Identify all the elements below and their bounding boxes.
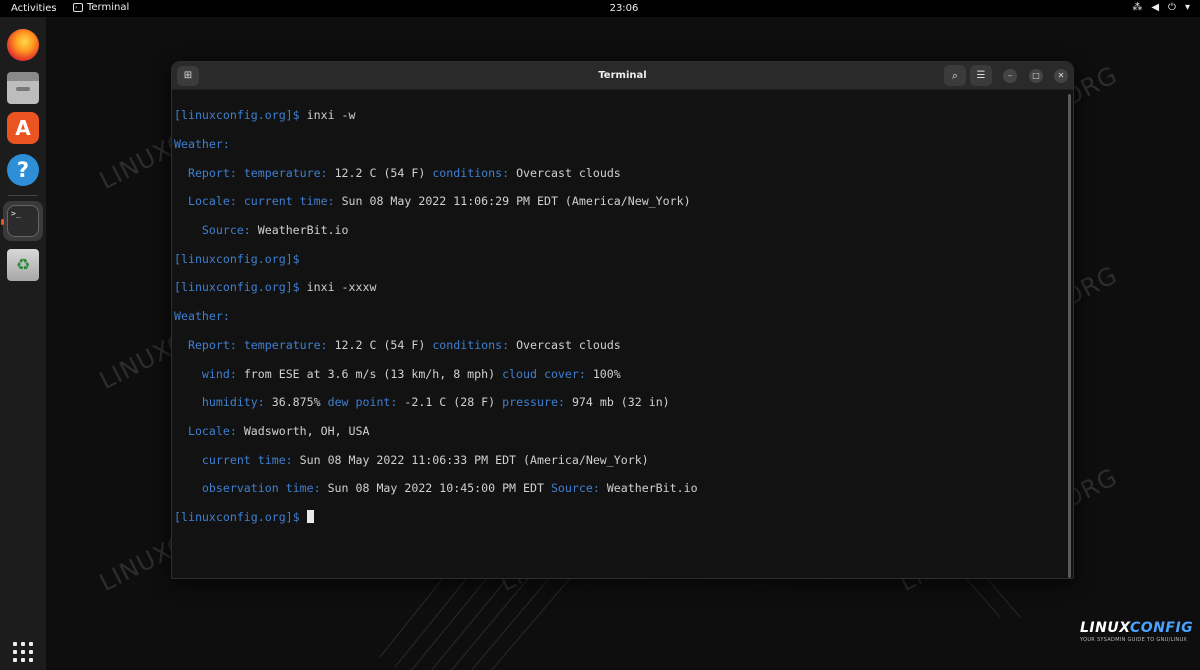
terminal-line: current time: Sun 08 May 2022 11:06:33 P… bbox=[201, 452, 649, 467]
window-titlebar[interactable]: ⊞ Terminal ⌕ ☰ – □ ✕ bbox=[172, 62, 1073, 90]
hamburger-icon: ☰ bbox=[976, 70, 986, 81]
chevron-down-icon: ▾ bbox=[1184, 2, 1190, 13]
app-center-icon[interactable]: A bbox=[7, 112, 39, 144]
terminal-line: Locale: current time: Sun 08 May 2022 11… bbox=[187, 194, 691, 209]
terminal-line: Weather: bbox=[174, 137, 230, 152]
terminal-line: [linuxconfig.org]$ bbox=[174, 509, 1064, 524]
trash-icon[interactable]: ♻ bbox=[7, 249, 39, 281]
terminal-line: [linuxconfig.org]$ bbox=[174, 251, 300, 266]
terminal-line: Source: WeatherBit.io bbox=[201, 223, 349, 238]
dock-separator bbox=[8, 195, 38, 196]
top-bar: Activities › Terminal 23:06 ⁂ ◀ ⏻ ▾ bbox=[0, 0, 1200, 17]
firefox-icon[interactable] bbox=[7, 29, 39, 61]
scrollbar[interactable] bbox=[1068, 94, 1071, 578]
menu-button[interactable]: ☰ bbox=[970, 65, 992, 86]
terminal-mini-icon: › bbox=[73, 3, 83, 12]
app-menu[interactable]: › Terminal bbox=[73, 2, 129, 13]
terminal-icon[interactable]: >_ bbox=[7, 205, 39, 237]
terminal-line: Locale: Wadsworth, OH, USA bbox=[187, 423, 370, 438]
minimize-icon: – bbox=[1008, 71, 1012, 80]
show-apps-icon[interactable] bbox=[13, 642, 33, 662]
terminal-line: humidity: 36.875% dew point: -2.1 C (28 … bbox=[201, 395, 670, 410]
dock: A ? >_ ♻ bbox=[0, 17, 46, 670]
help-icon[interactable]: ? bbox=[7, 154, 39, 186]
terminal-window[interactable]: ⊞ Terminal ⌕ ☰ – □ ✕ [linuxconfig.org]$ … bbox=[171, 61, 1074, 579]
close-icon: ✕ bbox=[1057, 71, 1065, 80]
maximize-icon: □ bbox=[1032, 71, 1040, 80]
terminal-line: Report: temperature: 12.2 C (54 F) condi… bbox=[187, 165, 621, 180]
terminal-line: observation time: Sun 08 May 2022 10:45:… bbox=[201, 481, 698, 496]
terminal-line: [linuxconfig.org]$ inxi -w bbox=[174, 108, 356, 123]
minimize-button[interactable]: – bbox=[1003, 69, 1017, 83]
terminal-line: wind: from ESE at 3.6 m/s (13 km/h, 8 mp… bbox=[201, 366, 621, 381]
terminal-output[interactable]: [linuxconfig.org]$ inxi -w Weather: Repo… bbox=[174, 94, 1064, 574]
close-button[interactable]: ✕ bbox=[1054, 69, 1068, 83]
volume-icon: ◀ bbox=[1151, 2, 1160, 13]
app-menu-label: Terminal bbox=[87, 2, 130, 13]
terminal-line: [linuxconfig.org]$ inxi -xxxw bbox=[174, 280, 377, 295]
terminal-line: Report: temperature: 12.2 C (54 F) condi… bbox=[187, 337, 621, 352]
maximize-button[interactable]: □ bbox=[1029, 69, 1043, 83]
terminal-line: Weather: bbox=[174, 309, 230, 324]
system-tray[interactable]: ⁂ ◀ ⏻ ▾ bbox=[1132, 2, 1190, 13]
power-icon: ⏻ bbox=[1168, 2, 1176, 13]
network-icon: ⁂ bbox=[1132, 2, 1143, 13]
logo-tagline: YOUR SYSADMIN GUIDE TO GNU/LINUX bbox=[1080, 637, 1188, 643]
linuxconfig-logo: LINUXCONFIG YOUR SYSADMIN GUIDE TO GNU/L… bbox=[1080, 620, 1194, 643]
text-cursor bbox=[306, 509, 314, 523]
search-button[interactable]: ⌕ bbox=[944, 65, 966, 86]
running-indicator bbox=[1, 219, 4, 225]
clock[interactable]: 23:06 bbox=[600, 3, 648, 14]
search-icon: ⌕ bbox=[951, 69, 959, 82]
files-icon[interactable] bbox=[7, 72, 39, 104]
window-title: Terminal bbox=[598, 70, 647, 81]
activities-button[interactable]: Activities bbox=[11, 3, 57, 14]
